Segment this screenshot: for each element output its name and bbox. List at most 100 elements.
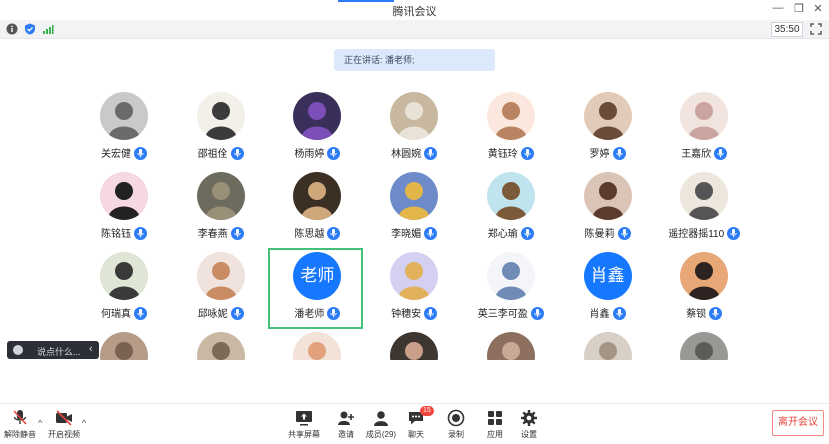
participant-tile[interactable]: 罗婷 bbox=[560, 90, 656, 168]
participant-tile[interactable]: 蔡钡 bbox=[656, 250, 752, 328]
participant-name: 陈铭钰 bbox=[101, 229, 131, 240]
participant-tile[interactable]: 关宏健 bbox=[76, 90, 172, 168]
security-shield-icon[interactable] bbox=[24, 23, 36, 35]
mic-status-icon bbox=[230, 147, 244, 160]
participant-tile[interactable]: 何瑞真 bbox=[76, 250, 172, 328]
participant-tile[interactable] bbox=[463, 330, 559, 360]
participant-avatar bbox=[390, 172, 439, 220]
participant-tile[interactable]: 陈铭钰 bbox=[76, 170, 172, 248]
participant-avatar bbox=[196, 92, 245, 140]
collapse-chevron-icon[interactable]: ‹ bbox=[89, 343, 93, 355]
participant-tile[interactable]: 陈曼莉 bbox=[560, 170, 656, 248]
unmute-button[interactable]: 解除静音 bbox=[0, 409, 40, 440]
audio-options-caret-icon[interactable]: ^ bbox=[38, 418, 42, 428]
share-screen-icon bbox=[296, 411, 312, 426]
participant-name: 李晓媚 bbox=[391, 229, 422, 240]
participant-tile[interactable]: 郑心瑜 bbox=[463, 170, 559, 248]
participant-name-row: 关宏健 bbox=[76, 145, 172, 160]
participant-tile[interactable]: 邱咏妮 bbox=[173, 250, 269, 328]
avatar-photo-placeholder bbox=[494, 182, 527, 220]
participant-name: 林圆婉 bbox=[391, 149, 422, 160]
emoji-icon[interactable] bbox=[13, 345, 23, 355]
members-button[interactable]: 成员(29) bbox=[361, 409, 401, 440]
participant-tile[interactable]: 遥控器摇110 bbox=[656, 170, 752, 248]
participant-name: 杨雨婷 bbox=[294, 149, 325, 160]
participant-tile[interactable] bbox=[269, 330, 365, 360]
participant-avatar bbox=[680, 332, 729, 360]
participant-tile[interactable] bbox=[560, 330, 656, 360]
settings-button[interactable]: 设置 bbox=[509, 409, 549, 440]
participant-tile[interactable]: 林圆婉 bbox=[366, 90, 462, 168]
settings-label: 设置 bbox=[521, 430, 537, 439]
participant-tile[interactable]: 杨雨婷 bbox=[269, 90, 365, 168]
signal-strength-icon[interactable] bbox=[42, 23, 54, 35]
restore-button[interactable]: ❐ bbox=[791, 2, 807, 15]
participant-tile[interactable] bbox=[366, 330, 462, 360]
participant-tile[interactable] bbox=[173, 330, 269, 360]
participant-avatar bbox=[486, 252, 535, 300]
mic-status-icon bbox=[612, 307, 626, 320]
participant-name: 郑心瑜 bbox=[487, 229, 518, 240]
participant-name-row: 郑心瑜 bbox=[463, 225, 559, 240]
close-button[interactable]: ✕ bbox=[810, 2, 826, 15]
participant-avatar bbox=[196, 252, 245, 300]
video-off-icon bbox=[56, 410, 72, 426]
chat-placeholder: 说点什么... bbox=[37, 347, 81, 357]
apps-grid-icon bbox=[488, 411, 502, 425]
fullscreen-icon[interactable] bbox=[810, 23, 822, 35]
participant-name: 邱咏妮 bbox=[197, 309, 228, 320]
video-options-caret-icon[interactable]: ^ bbox=[82, 418, 86, 428]
avatar-photo-placeholder bbox=[204, 102, 237, 140]
participant-avatar bbox=[583, 332, 632, 360]
participant-avatar bbox=[486, 332, 535, 360]
participant-avatar bbox=[680, 92, 729, 140]
meeting-toolbar: 解除静音 ^ 开启视频 ^ 共享屏幕 邀请 成员(29) 15 聊天 录制 应用… bbox=[0, 403, 829, 444]
record-button[interactable]: 录制 bbox=[436, 409, 476, 440]
chat-quick-input[interactable]: 说点什么... ‹ bbox=[7, 341, 99, 359]
participant-tile[interactable]: 王嘉欣 bbox=[656, 90, 752, 168]
mic-status-icon bbox=[520, 227, 534, 240]
participant-name-row: 陈思越 bbox=[269, 225, 365, 240]
participant-name: 蔡钡 bbox=[686, 309, 707, 320]
participant-name-row: 李晓媚 bbox=[366, 225, 462, 240]
invite-button[interactable]: 邀请 bbox=[326, 409, 366, 440]
participant-avatar bbox=[293, 172, 342, 220]
participant-tile[interactable]: 李春燕 bbox=[173, 170, 269, 248]
chat-button[interactable]: 15 聊天 bbox=[396, 406, 436, 440]
start-video-button[interactable]: 开启视频 bbox=[44, 409, 84, 440]
participant-tile[interactable]: 陈思越 bbox=[269, 170, 365, 248]
leave-meeting-button[interactable]: 离开会议 bbox=[772, 410, 824, 436]
avatar-photo-placeholder bbox=[598, 342, 617, 360]
participant-name-row: 遥控器摇110 bbox=[656, 225, 752, 240]
minimize-button[interactable]: — bbox=[770, 2, 786, 14]
info-icon[interactable] bbox=[6, 23, 18, 35]
avatar-photo-placeholder bbox=[688, 102, 721, 140]
mic-status-icon bbox=[424, 227, 438, 240]
mic-status-icon bbox=[327, 147, 341, 160]
avatar-photo-placeholder bbox=[301, 182, 334, 220]
participant-tile[interactable] bbox=[656, 330, 752, 360]
participant-tile[interactable]: 英三李可盈 bbox=[463, 250, 559, 328]
participant-tile[interactable]: 黄钰玲 bbox=[463, 90, 559, 168]
participant-avatar bbox=[100, 172, 148, 220]
participant-avatar bbox=[100, 92, 148, 140]
active-speaker-highlight bbox=[268, 248, 363, 329]
participant-name-row: 陈曼莉 bbox=[560, 225, 656, 240]
participant-avatar bbox=[583, 172, 632, 220]
participant-tile[interactable]: 钟穗安 bbox=[366, 250, 462, 328]
participant-name: 王嘉欣 bbox=[681, 149, 712, 160]
mic-status-icon bbox=[612, 147, 626, 160]
participant-tile[interactable]: 邵祖佺 bbox=[173, 90, 269, 168]
mic-status-icon bbox=[424, 307, 438, 320]
participant-tile[interactable]: 肖鑫 肖鑫 bbox=[560, 250, 656, 328]
participant-name: 陈曼莉 bbox=[584, 229, 615, 240]
participant-avatar bbox=[680, 172, 729, 220]
share-screen-button[interactable]: 共享屏幕 bbox=[284, 409, 324, 440]
title-accent-bar bbox=[338, 0, 394, 2]
participant-avatar bbox=[100, 332, 148, 360]
record-label: 录制 bbox=[448, 430, 464, 439]
participant-name-row: 英三李可盈 bbox=[463, 305, 559, 320]
avatar-photo-placeholder bbox=[308, 342, 327, 360]
participant-tile[interactable]: 李晓媚 bbox=[366, 170, 462, 248]
participant-name-row: 林圆婉 bbox=[366, 145, 462, 160]
